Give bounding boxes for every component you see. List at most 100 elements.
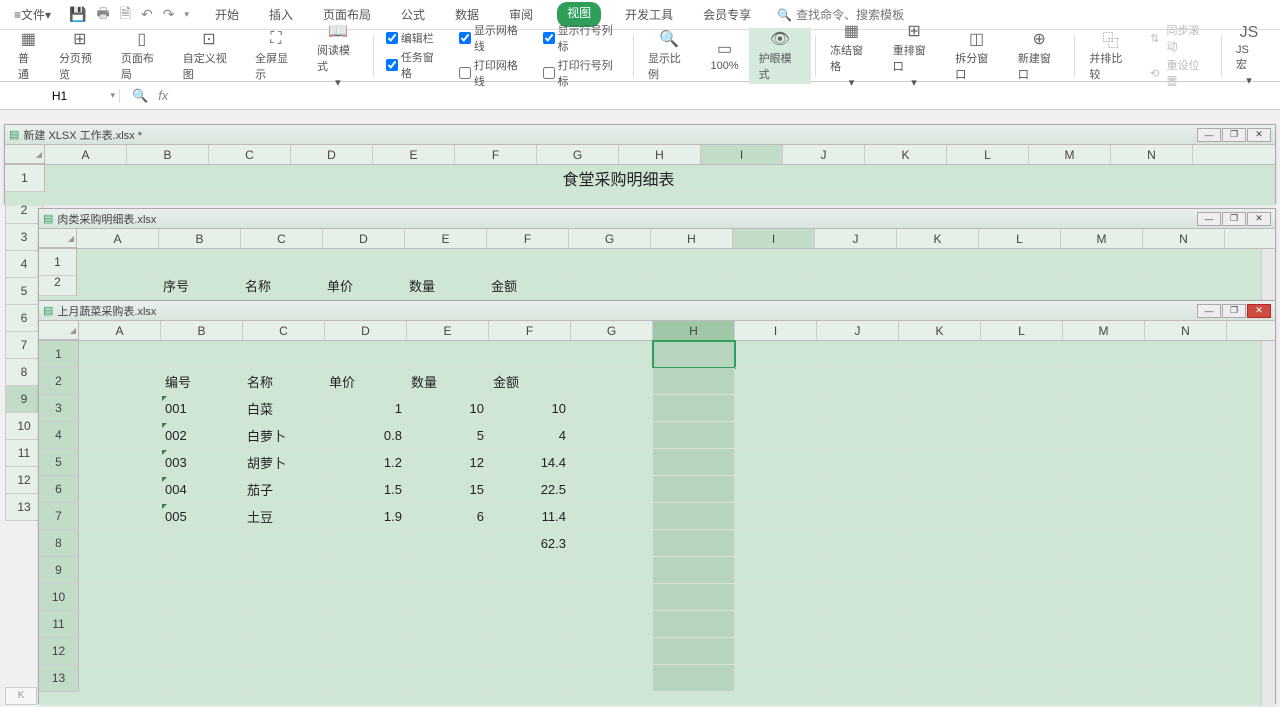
minimize-icon[interactable]: —: [1197, 128, 1221, 142]
cell-J10[interactable]: [817, 584, 899, 611]
cell-D3[interactable]: 1: [325, 395, 407, 422]
cell-E4[interactable]: 5: [407, 422, 489, 449]
cell-H3[interactable]: [653, 395, 735, 422]
cell-A5[interactable]: [79, 449, 161, 476]
wb2-header-f[interactable]: 金额: [487, 276, 569, 296]
cell-H7[interactable]: [653, 503, 735, 530]
cell-N3[interactable]: [1145, 395, 1227, 422]
cell-G12[interactable]: [571, 638, 653, 665]
cell-D4[interactable]: 0.8: [325, 422, 407, 449]
cell-I6[interactable]: [735, 476, 817, 503]
cell-M5[interactable]: [1063, 449, 1145, 476]
cell-F12[interactable]: [489, 638, 571, 665]
wb1-grid[interactable]: ABCDEFGHIJKLMN 1 食堂采购明细表: [5, 145, 1275, 205]
minimize-icon[interactable]: —: [1197, 304, 1221, 318]
col-header-F[interactable]: F: [489, 321, 571, 340]
select-all-corner[interactable]: [5, 145, 45, 164]
chk-print-grid[interactable]: 打印网格线: [459, 57, 527, 89]
cell-F6[interactable]: 22.5: [489, 476, 571, 503]
vertical-scrollbar[interactable]: [1261, 341, 1275, 705]
cell-G11[interactable]: [571, 611, 653, 638]
cell-L5[interactable]: [981, 449, 1063, 476]
view-page-preview[interactable]: ⊞分页预览: [49, 28, 111, 84]
wb2-titlebar[interactable]: ▤肉类采购明细表.xlsx —❐✕: [39, 209, 1275, 229]
cell-N2[interactable]: [1145, 368, 1227, 395]
wb3-titlebar[interactable]: ▤上月蔬菜采购表.xlsx —❐✕: [39, 301, 1275, 321]
col-header-J[interactable]: J: [817, 321, 899, 340]
cell-L11[interactable]: [981, 611, 1063, 638]
cell-A2[interactable]: [79, 368, 161, 395]
row-header[interactable]: 7: [39, 503, 79, 530]
cell-H12[interactable]: [653, 638, 735, 665]
cell-I8[interactable]: [735, 530, 817, 557]
cell-M8[interactable]: [1063, 530, 1145, 557]
cell-E2[interactable]: 数量: [407, 368, 489, 395]
cell-M4[interactable]: [1063, 422, 1145, 449]
cell-C5[interactable]: 胡萝卜: [243, 449, 325, 476]
cell-C11[interactable]: [243, 611, 325, 638]
cell-M3[interactable]: [1063, 395, 1145, 422]
chk-show-grid[interactable]: 显示网格线: [459, 22, 527, 54]
cell-B9[interactable]: [161, 557, 243, 584]
cell-J13[interactable]: [817, 665, 899, 692]
row-header[interactable]: 4: [39, 422, 79, 449]
cell-F5[interactable]: 14.4: [489, 449, 571, 476]
cell-D6[interactable]: 1.5: [325, 476, 407, 503]
cell-I2[interactable]: [735, 368, 817, 395]
cell-N6[interactable]: [1145, 476, 1227, 503]
cell-C4[interactable]: 白萝卜: [243, 422, 325, 449]
wb1-titlebar[interactable]: ▤新建 XLSX 工作表.xlsx * —❐✕: [5, 125, 1275, 145]
col-header-K[interactable]: K: [897, 229, 979, 248]
close-icon[interactable]: ✕: [1247, 212, 1271, 226]
new-window[interactable]: ⊕新建窗口: [1008, 28, 1071, 84]
cell-K11[interactable]: [899, 611, 981, 638]
cell-G10[interactable]: [571, 584, 653, 611]
cell-H5[interactable]: [653, 449, 735, 476]
cell-H6[interactable]: [653, 476, 735, 503]
cell-J7[interactable]: [817, 503, 899, 530]
cell-B1[interactable]: [161, 341, 243, 368]
cell-H2[interactable]: [653, 368, 735, 395]
wb3-grid[interactable]: ABCDEFGHIJKLMN 12编号名称单价数量金额3001白菜1101040…: [39, 321, 1275, 705]
cell-L4[interactable]: [981, 422, 1063, 449]
col-header-N[interactable]: N: [1145, 321, 1227, 340]
cell-M9[interactable]: [1063, 557, 1145, 584]
cell-N7[interactable]: [1145, 503, 1227, 530]
cell-J4[interactable]: [817, 422, 899, 449]
col-header-E[interactable]: E: [405, 229, 487, 248]
wb2-header-b[interactable]: 序号: [159, 276, 241, 296]
col-header-L[interactable]: L: [947, 145, 1029, 164]
col-header-B[interactable]: B: [159, 229, 241, 248]
cell-A1[interactable]: [79, 341, 161, 368]
col-header-M[interactable]: M: [1063, 321, 1145, 340]
maximize-icon[interactable]: ❐: [1222, 212, 1246, 226]
col-header-C[interactable]: C: [209, 145, 291, 164]
cell-G5[interactable]: [571, 449, 653, 476]
cell-B12[interactable]: [161, 638, 243, 665]
cell-N1[interactable]: [1145, 341, 1227, 368]
cell-H8[interactable]: [653, 530, 735, 557]
col-header-D[interactable]: D: [291, 145, 373, 164]
cell-D7[interactable]: 1.9: [325, 503, 407, 530]
col-header-H[interactable]: H: [619, 145, 701, 164]
cell-G6[interactable]: [571, 476, 653, 503]
cell-C12[interactable]: [243, 638, 325, 665]
cell-K13[interactable]: [899, 665, 981, 692]
cell-B10[interactable]: [161, 584, 243, 611]
arrange-windows[interactable]: ⊞重排窗口▾: [883, 20, 946, 91]
col-header-C[interactable]: C: [243, 321, 325, 340]
cell-G13[interactable]: [571, 665, 653, 692]
cell-E13[interactable]: [407, 665, 489, 692]
cell-E12[interactable]: [407, 638, 489, 665]
row-header[interactable]: 2: [39, 368, 79, 395]
cell-N11[interactable]: [1145, 611, 1227, 638]
cell-N4[interactable]: [1145, 422, 1227, 449]
close-icon[interactable]: ✕: [1247, 128, 1271, 142]
col-header-M[interactable]: M: [1061, 229, 1143, 248]
col-header-E[interactable]: E: [373, 145, 455, 164]
cell-C6[interactable]: 茄子: [243, 476, 325, 503]
cell-A8[interactable]: [79, 530, 161, 557]
cell-M10[interactable]: [1063, 584, 1145, 611]
view-page-layout[interactable]: ▯页面布局: [111, 28, 173, 84]
cell-H1[interactable]: [653, 341, 735, 368]
